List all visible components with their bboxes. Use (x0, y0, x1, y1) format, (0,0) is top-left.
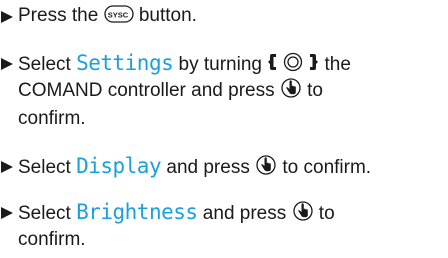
bullet-arrow-icon (0, 57, 14, 71)
step-text: to (313, 203, 335, 224)
step-text: by turning (173, 54, 268, 75)
press-controller-icon (280, 77, 302, 99)
step-1-line-1: Press the SYSC button. (18, 2, 446, 30)
step-4-line-2: confirm. (18, 226, 446, 254)
bullet-arrow-icon (0, 160, 14, 174)
step-text: Select (18, 203, 77, 224)
step-text: the (319, 54, 351, 75)
step-text: confirm. (18, 229, 86, 250)
step-1: Press the SYSC button. (0, 2, 448, 32)
press-controller-icon (255, 154, 277, 176)
step-4: Select Brightness and press to confirm. (0, 198, 448, 256)
press-controller-icon (292, 200, 314, 222)
bullet-arrow-icon (0, 206, 14, 220)
step-2-line-1: Select Settings by turning the (18, 49, 446, 79)
step-2: Select Settings by turning the COMAND co… (0, 49, 448, 135)
step-text: and press (197, 203, 292, 224)
step-3: Select Display and press to confirm. (0, 152, 448, 182)
turn-controller-icon (267, 51, 319, 73)
step-text: Press the (18, 5, 104, 26)
step-text: confirm. (18, 108, 86, 129)
step-2-line-2: COMAND controller and press to (18, 77, 446, 105)
menu-item-brightness: Brightness (76, 200, 198, 224)
step-text: to (301, 80, 323, 101)
step-text: Select (18, 54, 77, 75)
step-4-line-1: Select Brightness and press to (18, 198, 446, 228)
sysc-button-icon: SYSC (103, 4, 134, 24)
bullet-arrow-icon (0, 10, 14, 24)
step-3-line-1: Select Display and press to confirm. (18, 152, 446, 182)
menu-item-display: Display (76, 154, 162, 178)
step-text: Select (18, 157, 77, 178)
step-text: button. (133, 5, 197, 26)
step-text: to confirm. (277, 157, 372, 178)
step-text: and press (161, 157, 256, 178)
sysc-label: SYSC (107, 11, 128, 20)
step-2-line-3: confirm. (18, 105, 446, 133)
step-text: COMAND controller and press (18, 80, 280, 101)
menu-item-settings: Settings (76, 51, 174, 75)
